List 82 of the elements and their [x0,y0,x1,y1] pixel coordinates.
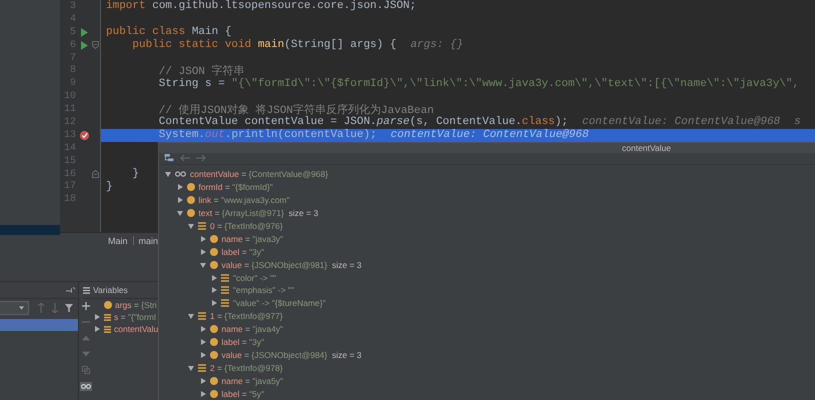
list-icon [221,274,229,282]
breadcrumb-item[interactable]: main [138,236,158,246]
list-icon [83,286,90,294]
list-icon [104,314,111,320]
tree-node[interactable]: value = {JSONObject@981} size = 3 [222,260,362,270]
glasses-icon [81,384,91,389]
collapse-arrow-icon[interactable] [165,171,171,178]
expand-arrow-icon[interactable] [95,326,100,332]
tree-node[interactable]: "color" -> "" [233,272,276,283]
expand-arrow-icon[interactable] [200,248,206,255]
collapse-arrow-icon[interactable] [188,313,194,320]
expand-arrow-icon[interactable] [200,390,206,397]
expand-arrow-icon[interactable] [95,314,100,320]
tree-node[interactable]: label = "5y" [222,388,264,399]
tree-node[interactable]: formId = "{$formId}" [198,182,273,192]
list-icon [198,222,206,230]
expand-arrow-icon[interactable] [211,300,217,306]
code-line: // 使用JSON对象 将JSON字符串反序列化为JavaBean [158,102,434,118]
breadcrumb-item[interactable]: Main [108,236,128,246]
expand-arrow-icon[interactable] [176,184,182,190]
variables-tab[interactable]: Variables [93,285,128,295]
code-line: public static void main(String[] args) { [131,39,396,52]
list-icon [198,312,206,320]
parameter-icon [104,301,112,309]
tree-node[interactable]: value = {JSONObject@984} size = 3 [222,350,362,360]
tree-node[interactable]: label = "3y" [222,246,264,257]
fold-icon[interactable] [92,41,99,50]
caret-icon [19,306,24,310]
plus-icon[interactable] [82,302,90,310]
list-icon [104,326,111,332]
code-line: ContentValue contentValue = JSON.parse(s, ContentValue.class); [158,116,568,128]
tree-node[interactable]: link = "www.java3y.com" [198,195,290,206]
tree-node[interactable]: 2 = {TextInfo@978} [210,362,283,373]
variable-entry[interactable]: contentValu [114,324,158,334]
collapse-arrow-icon[interactable] [176,210,182,216]
collapse-arrow-icon[interactable] [200,262,206,268]
tree-node[interactable]: name = "java3y" [222,234,284,244]
fold-icon[interactable] [92,170,99,178]
expand-arrow-icon[interactable] [200,326,206,332]
code-line: } [131,168,140,180]
tree-node[interactable]: 1 = {TextInfo@977} [210,311,283,322]
run-icon[interactable] [80,28,88,37]
code-line: System.out.println(contentValue); [158,129,377,142]
code-line: import com.github.ltsopensource.core.json.JSON; [106,0,416,12]
breakpoint-icon[interactable] [78,130,90,141]
code-line: // JSON 字符串 [158,64,245,78]
variable-entry[interactable]: s = "{"formI [114,312,156,322]
inline-value-hint: contentValue: ContentValue@968 [390,129,589,142]
pin-icon[interactable] [66,287,75,293]
list-icon [198,364,206,372]
tree-node[interactable]: 0 = {TextInfo@976} [210,220,283,231]
expand-arrow-icon[interactable] [200,352,206,358]
list-icon [221,299,229,308]
tree-icon[interactable] [164,154,174,162]
tree-node[interactable]: "emphasis" -> "" [233,285,294,296]
expand-arrow-icon[interactable] [200,236,206,242]
code-line: } [106,180,113,193]
collapse-arrow-icon[interactable] [188,364,194,371]
run-icon[interactable] [80,40,88,50]
inline-value-hint: args: {} [410,39,464,52]
code-line: public class Main { [106,26,232,38]
expand-arrow-icon[interactable] [211,287,217,294]
filter-icon[interactable] [65,303,73,313]
expand-arrow-icon[interactable] [200,378,206,384]
variable-entry[interactable]: args = {Stri [115,300,157,310]
expand-arrow-icon[interactable] [176,197,182,204]
code-line: String s = "{\"formId\":\"{$formId}\",\"link\":\"www.java3y.com\",\"text\":[{\"name\":\"java3y\", [158,78,800,90]
expand-arrow-icon[interactable] [211,274,217,281]
tree-node[interactable]: "value" -> "{$tureName}" [233,298,326,308]
collapse-arrow-icon[interactable] [188,222,194,229]
tree-node[interactable]: contentValue = {ContentValue@968} [190,169,328,180]
inline-value-hint: contentValue: ContentValue@968 [582,116,780,128]
expand-arrow-icon[interactable] [200,338,206,345]
tree-node[interactable]: name = "java4y" [222,324,284,334]
list-icon [221,286,229,294]
inline-value-hint: s [794,116,801,128]
glasses-icon [175,171,186,178]
tree-node[interactable]: text = {ArrayList@971} size = 3 [198,208,318,218]
popup-title: contentValue [622,143,671,153]
watches-toggle[interactable] [80,382,92,391]
tree-node[interactable]: name = "java5y" [222,376,284,386]
tree-node[interactable]: label = "3y" [222,336,264,347]
